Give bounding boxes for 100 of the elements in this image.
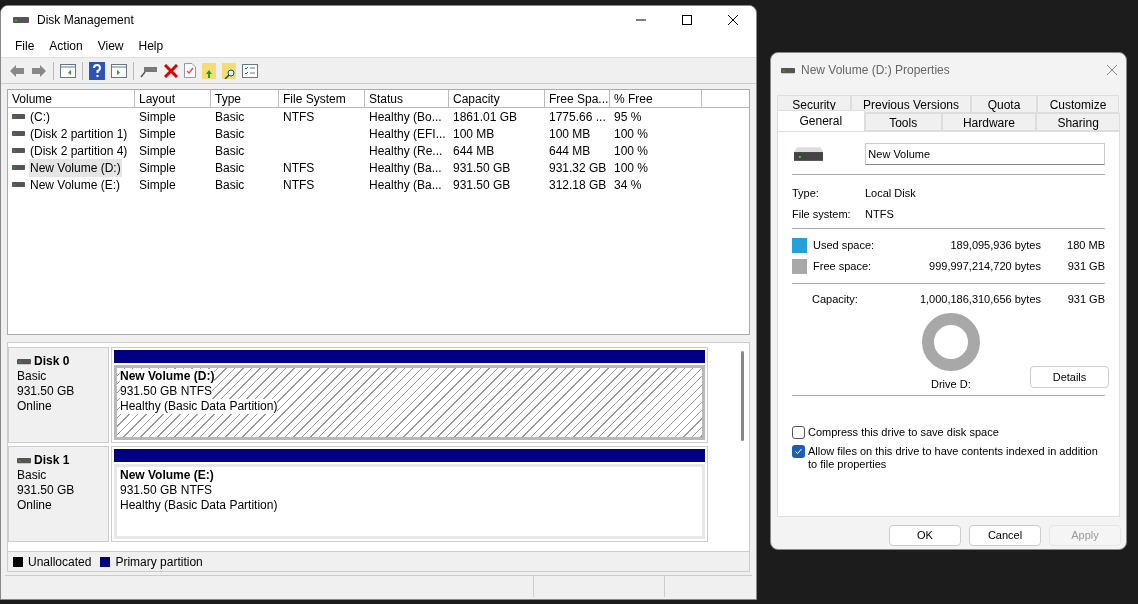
table-cell-text: NTFS xyxy=(283,159,315,177)
table-cell-text: Simple xyxy=(139,159,176,177)
checked-document-icon[interactable] xyxy=(184,63,196,78)
tab[interactable]: Customize xyxy=(1037,95,1119,113)
disk-type: Basic xyxy=(17,369,48,384)
partition-block[interactable]: New Volume (E:) 931.50 GB NTFS Healthy (Basic Data Partition) xyxy=(114,464,705,539)
space-size: 180 MB xyxy=(1066,238,1105,254)
folder-magnifier-icon[interactable] xyxy=(222,62,236,79)
window-title: Disk Management xyxy=(37,12,134,29)
partition-block[interactable]: New Volume (D:) 931.50 GB NTFS Healthy (Basic Data Partition) xyxy=(114,365,705,440)
tab[interactable]: Tools xyxy=(864,113,942,131)
table-cell-text: 312.18 GB xyxy=(549,176,607,194)
drive-icon xyxy=(12,164,25,171)
maximize-icon[interactable] xyxy=(682,15,692,25)
details-button[interactable]: Details xyxy=(1030,366,1109,388)
checkbox[interactable] xyxy=(792,426,805,439)
checkbox-label: Compress this drive to save disk space xyxy=(808,426,1000,439)
space-label: Used space: xyxy=(813,238,876,254)
panel-icon[interactable] xyxy=(111,63,127,78)
table-cell-text: Basic xyxy=(215,142,245,160)
table-cell-text: Basic xyxy=(215,125,245,143)
space-label: Free space: xyxy=(813,259,873,275)
disk-size: 931.50 GB xyxy=(17,384,76,399)
table-cell-text: 931.32 GB xyxy=(549,159,607,177)
drive-entry[interactable]: New Volume (D:) xyxy=(29,158,122,177)
tab[interactable]: Quota xyxy=(971,95,1037,113)
table-cell-text: 34 % xyxy=(614,176,642,194)
capacity-bytes: 1,000,186,310,656 bytes xyxy=(918,291,1041,307)
space-bytes: 189,095,936 bytes xyxy=(949,238,1041,254)
table-cell-text: NTFS xyxy=(283,176,315,194)
drive-icon xyxy=(794,147,824,161)
help-icon[interactable] xyxy=(89,61,105,80)
table-cell-text: 1861.01 GB xyxy=(453,108,518,126)
capacity-label: Capacity: xyxy=(811,291,859,307)
checklist-icon[interactable] xyxy=(242,63,258,78)
table-cell-text: 1775.66 ... xyxy=(549,108,606,126)
drive-entry[interactable]: (Disk 2 partition 4) xyxy=(29,141,129,160)
back-arrow-icon[interactable] xyxy=(9,63,25,78)
panel-icon[interactable] xyxy=(60,63,76,78)
drive-entry[interactable]: New Volume (E:) xyxy=(29,175,122,194)
table-cell-text: 931.50 GB xyxy=(453,159,511,177)
tab[interactable]: Sharing xyxy=(1036,113,1120,131)
space-size: 931 GB xyxy=(1066,259,1105,275)
table-cell-text: 100 MB xyxy=(453,125,495,143)
table-cell-text: Basic xyxy=(215,159,245,177)
checkmark-icon xyxy=(794,447,803,456)
partition-name: New Volume (D:) xyxy=(120,369,215,384)
field-label: File system: xyxy=(792,207,852,223)
table-cell-text: Basic xyxy=(215,108,245,126)
table-cell-text: Simple xyxy=(139,125,176,143)
drive-entry[interactable]: (C:) xyxy=(29,107,51,126)
tab[interactable]: Hardware xyxy=(941,113,1037,131)
drive-entry[interactable]: (Disk 2 partition 1) xyxy=(29,124,129,143)
table-cell-text: NTFS xyxy=(283,108,315,126)
menu-item[interactable]: File xyxy=(9,36,41,55)
table-cell-text: Healthy (Ba... xyxy=(369,176,442,194)
partition-status: Healthy (Basic Data Partition) xyxy=(120,399,278,414)
partition-size: 931.50 GB NTFS xyxy=(120,384,213,399)
table-cell-text: Basic xyxy=(215,176,245,194)
table-cell-text: 100 % xyxy=(614,142,649,160)
delete-icon[interactable] xyxy=(164,63,178,78)
tab[interactable]: Previous Versions xyxy=(851,95,971,113)
table-cell-text: 644 MB xyxy=(549,142,591,160)
disk-name: Disk 1 xyxy=(34,453,70,468)
usage-donut-drawing xyxy=(922,313,980,371)
dialog-button[interactable]: Cancel xyxy=(969,525,1041,546)
forward-arrow-icon[interactable] xyxy=(31,63,47,78)
menu-item[interactable]: Action xyxy=(43,36,89,55)
table-cell-text: Healthy (EFI... xyxy=(369,125,446,143)
disk-label-panel[interactable]: Disk 0 Basic 931.50 GB Online xyxy=(8,347,109,443)
space-bytes: 999,997,214,720 bytes xyxy=(928,259,1041,275)
drive-icon xyxy=(12,130,25,137)
table-cell-text: 100 % xyxy=(614,125,649,143)
drive-icon xyxy=(17,457,31,464)
table-cell-text: Simple xyxy=(139,176,176,194)
volume-name-field[interactable]: New Volume xyxy=(865,143,1105,165)
table-cell-text: 100 % xyxy=(614,159,649,177)
field-label: Type: xyxy=(792,186,820,202)
drive-icon xyxy=(781,66,795,74)
tab[interactable]: General xyxy=(777,110,865,131)
disk-label-panel[interactable]: Disk 1 Basic 931.50 GB Online xyxy=(8,446,109,542)
table-cell-text: Healthy (Ba... xyxy=(369,159,442,177)
drive-label: Drive D: xyxy=(931,377,971,392)
disk-size: 931.50 GB xyxy=(17,483,76,498)
dialog-button[interactable]: OK xyxy=(889,525,961,546)
drive-icon xyxy=(12,113,25,120)
checkbox-label: Allow files on this drive to have contents indexed in addition to file properties xyxy=(808,445,1099,471)
scrollbar-thumb[interactable] xyxy=(740,351,744,441)
legend-label: Unallocated xyxy=(28,553,92,571)
dialog-title: New Volume (D:) Properties xyxy=(801,62,950,79)
menu-item[interactable]: View xyxy=(91,36,130,55)
legend-label: Primary partition xyxy=(115,553,203,571)
partition-status: Healthy (Basic Data Partition) xyxy=(120,498,278,513)
menu-item[interactable]: Help xyxy=(132,36,170,55)
close-icon[interactable] xyxy=(728,15,738,25)
table-cell-text: Healthy (Bo... xyxy=(369,108,442,126)
field-value: Local Disk xyxy=(865,186,916,202)
checkbox[interactable] xyxy=(792,445,805,458)
drive-icon xyxy=(12,147,25,154)
disk-type: Basic xyxy=(17,468,48,483)
